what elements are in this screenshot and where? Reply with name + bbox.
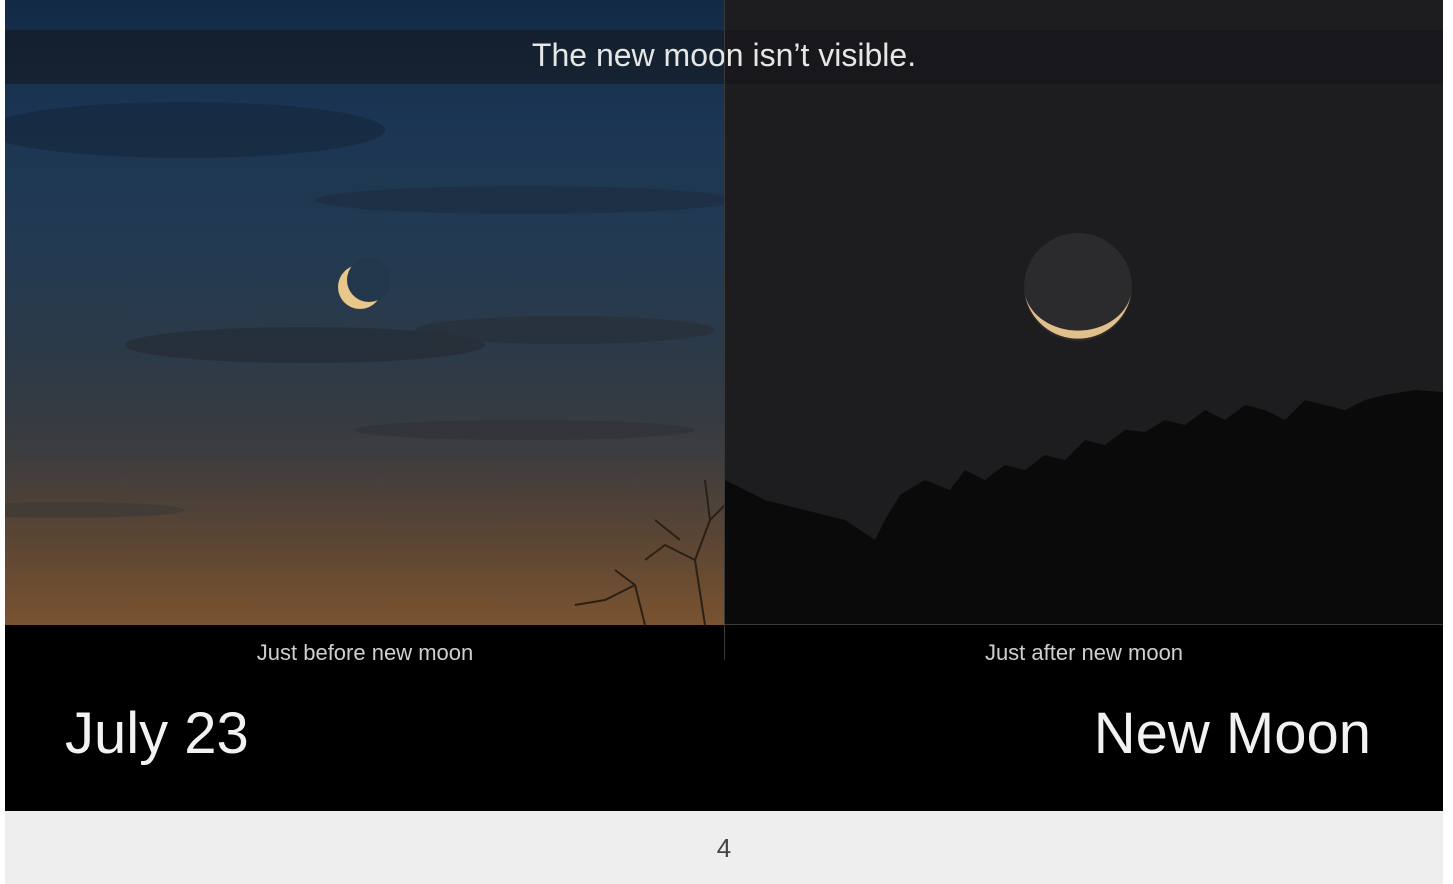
date-label: July 23 [65, 701, 249, 766]
caption-after: Just after new moon [984, 640, 1184, 665]
crescent-moon-icon [338, 258, 391, 309]
photo-before-new-moon [5, 0, 725, 625]
panel-bottom-line [725, 624, 1443, 625]
before-photo-art [5, 102, 725, 625]
earthshine-moon-icon [1024, 233, 1132, 341]
page-number: 4 [716, 833, 732, 863]
photo-after-new-moon [725, 0, 1443, 625]
phase-label: New Moon [1093, 701, 1371, 766]
branches-silhouette [574, 479, 725, 625]
footer: 4 [5, 811, 1443, 884]
slide: The new moon isn’t visible. Just before … [5, 0, 1443, 811]
after-photo-art [725, 233, 1443, 625]
mountain-silhouette [725, 390, 1443, 625]
panel-divider [724, 0, 725, 660]
caption-before: Just before new moon [256, 640, 474, 665]
